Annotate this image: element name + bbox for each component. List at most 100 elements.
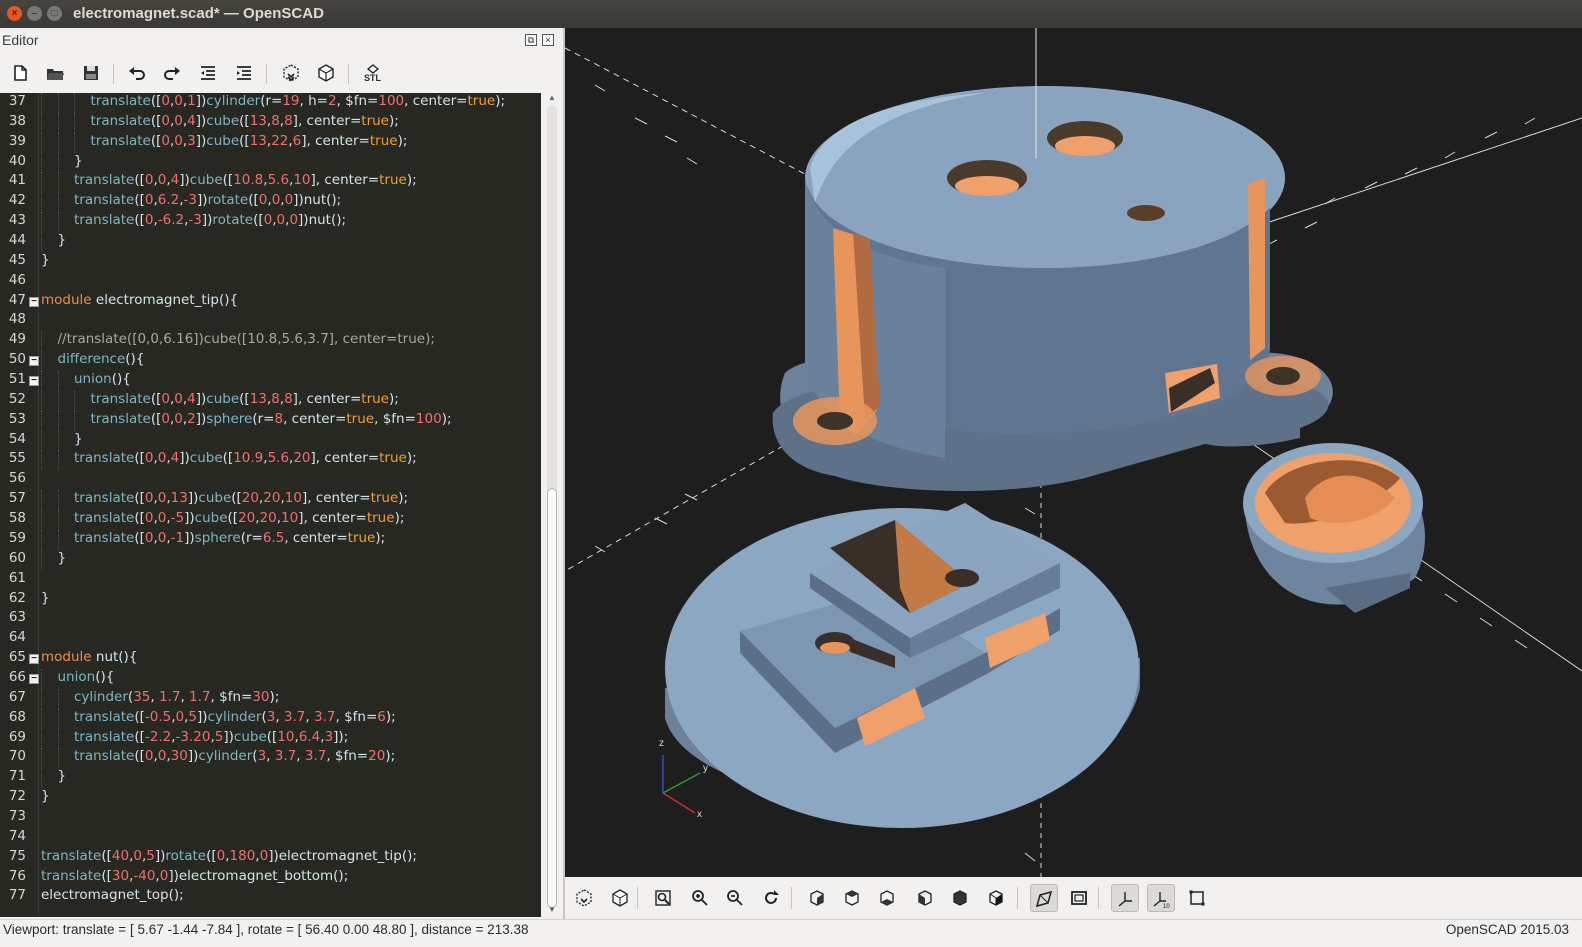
line-number: 71 [8,768,26,785]
code-line[interactable]: translate([0,0,30])cylinder(3, 3.7, 3.7,… [74,748,395,764]
3d-viewport[interactable]: z y x [565,28,1582,877]
view-right-icon[interactable] [803,884,831,912]
code-line[interactable]: } [41,590,50,606]
scrollbar-thumb[interactable] [547,488,557,908]
code-line[interactable]: translate([0,0,-5])cube([20,20,10], cent… [74,510,404,526]
undo-icon[interactable] [124,60,150,86]
render-icon[interactable] [606,884,634,912]
axis-gizmo [662,755,701,814]
version-label: OpenSCAD 2015.03 [1445,922,1569,937]
code-line[interactable]: electromagnet_top(); [41,887,184,903]
line-number: 53 [8,410,26,427]
code-line[interactable]: } [58,232,67,248]
view-left-icon[interactable] [911,884,939,912]
status-bar: Viewport: translate = [ 5.67 -1.44 -7.84… [0,919,1582,947]
code-line[interactable]: module nut(){ [41,649,137,665]
code-line[interactable]: } [74,153,83,169]
new-file-icon[interactable] [7,60,33,86]
preview-icon[interactable] [278,60,304,86]
preview-icon[interactable] [570,884,598,912]
line-number: 65 [8,649,26,666]
fold-toggle-icon[interactable]: − [29,673,39,684]
line-number: 40 [8,152,26,169]
code-line[interactable]: translate([0,0,4])cube([13,8,8], center=… [91,391,399,407]
zoom-in-icon[interactable] [686,884,714,912]
window-minimize-button[interactable]: – [27,6,42,21]
dock-close-icon[interactable]: × [542,34,554,46]
code-line[interactable]: translate([30,-40,0])electromagnet_botto… [41,868,348,884]
window-close-button[interactable]: × [7,6,22,21]
view-top-icon[interactable] [838,884,866,912]
view-front-icon[interactable] [946,884,974,912]
open-file-icon[interactable] [42,60,68,86]
code-line[interactable]: cylinder(35, 1.7, 1.7, $fn=30); [74,689,279,705]
code-line[interactable]: translate([0,0,2])sphere(r=8, center=tru… [91,411,452,427]
window-maximize-button[interactable]: □ [47,6,62,21]
line-number: 63 [8,609,26,626]
viewport-toolbar: 10 [565,877,1582,919]
perspective-icon[interactable] [1030,884,1058,912]
code-line[interactable]: translate([0,6.2,-3])rotate([0,0,0])nut(… [74,192,341,208]
save-file-icon[interactable] [78,60,104,86]
code-line[interactable]: } [58,550,67,566]
redo-icon[interactable] [159,60,185,86]
line-number: 68 [8,708,26,725]
line-number: 77 [8,887,26,904]
view-bottom-icon[interactable] [873,884,901,912]
line-number: 76 [8,867,26,884]
line-number: 44 [8,232,26,249]
editor-toolbar: STL [0,54,563,92]
show-edges-icon[interactable] [1183,884,1211,912]
code-line[interactable]: translate([0,-6.2,-3])rotate([0,0,0])nut… [74,212,346,228]
fold-toggle-icon[interactable]: − [29,654,39,665]
code-line[interactable]: module electromagnet_tip(){ [41,292,238,308]
unindent-icon[interactable] [195,60,221,86]
view-back-icon[interactable] [982,884,1010,912]
dock-float-icon[interactable]: ⧉ [525,34,537,46]
code-line[interactable]: union(){ [74,371,131,387]
window-titlebar: × – □ electromagnet.scad* — OpenSCAD [0,0,1582,28]
code-line[interactable]: } [74,431,83,447]
zoom-out-icon[interactable] [721,884,749,912]
code-line[interactable]: translate([0,0,3])cube([13,22,6], center… [91,133,408,149]
line-number: 74 [8,827,26,844]
line-number: 42 [8,192,26,209]
code-line[interactable]: translate([0,0,4])cube([10.8,5.6,10], ce… [74,172,417,188]
show-scale-markers-icon[interactable]: 10 [1147,884,1175,912]
code-line[interactable]: difference(){ [58,351,145,367]
line-number: 52 [8,390,26,407]
code-line[interactable]: translate([0,0,1])cylinder(r=19, h=2, $f… [91,93,506,109]
line-number: 46 [8,271,26,288]
code-line[interactable]: translate([40,0,5])rotate([0,180,0])elec… [41,848,417,864]
render-icon[interactable] [313,60,339,86]
editor-dock-header: Editor ⧉ × [0,28,563,52]
code-line[interactable]: } [58,768,67,784]
orthogonal-icon[interactable] [1065,884,1093,912]
code-line[interactable]: translate([-2.2,-3.20,5])cube([10,6.4,3]… [74,729,348,745]
viewport-status: Viewport: translate = [ 5.67 -1.44 -7.84… [3,922,529,937]
code-line[interactable]: //translate([0,0,6.16])cube([10.8,5.6,3.… [58,331,435,347]
line-number: 61 [8,569,26,586]
editor-vertical-scrollbar[interactable]: ▲ ▼ [541,93,563,917]
show-axes-icon[interactable] [1111,884,1139,912]
fold-toggle-icon[interactable]: − [29,356,39,367]
code-line[interactable]: translate([0,0,4])cube([10.9,5.6,20], ce… [74,450,417,466]
code-line[interactable]: translate([-0.5,0,5])cylinder(3, 3.7, 3.… [74,709,396,725]
code-line[interactable]: translate([0,0,4])cube([13,8,8], center=… [91,113,399,129]
view-all-icon[interactable] [649,884,677,912]
fold-toggle-icon[interactable]: − [29,376,39,387]
line-number: 67 [8,688,26,705]
code-editor[interactable]: 37 38 39 40 41 42 43 44 45 46 47−48 49 50−51−52 53 54 5… [0,93,541,917]
export-stl-label: STL [364,73,381,83]
fold-toggle-icon[interactable]: − [29,296,39,307]
code-line[interactable]: union(){ [58,669,115,685]
reset-view-icon[interactable] [757,884,785,912]
code-line[interactable]: } [41,788,50,804]
export-stl-icon[interactable]: STL [360,60,386,86]
line-number: 37 [8,93,26,109]
code-line[interactable]: translate([0,0,13])cube([20,20,10], cent… [74,490,408,506]
line-number: 64 [8,629,26,646]
code-line[interactable]: translate([0,0,-1])sphere(r=6.5, center=… [74,530,385,546]
code-line[interactable]: } [41,252,50,268]
indent-icon[interactable] [231,60,257,86]
